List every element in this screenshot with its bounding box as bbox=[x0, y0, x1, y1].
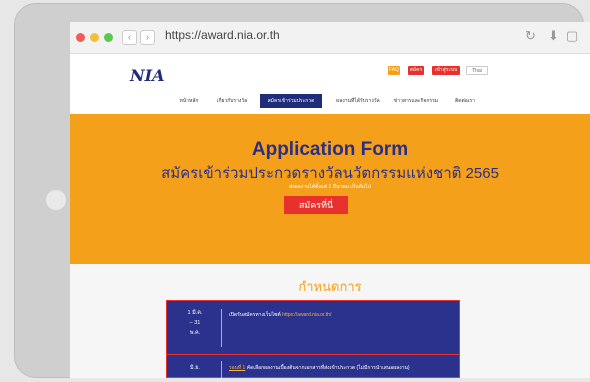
back-button[interactable]: ‹ bbox=[122, 30, 137, 45]
hero-subtitle: สมัครเข้าร่วมประกวดรางวัลนวัตกรรมแห่งชาต… bbox=[161, 165, 499, 182]
language-select[interactable]: Thai bbox=[466, 66, 488, 75]
divider bbox=[221, 361, 222, 378]
reload-icon[interactable]: ↻ bbox=[525, 28, 536, 44]
schedule-table: 1 มี.ค. – 31 พ.ค. เปิดรับสมัครทางเว็บไซต… bbox=[166, 300, 460, 378]
date-line: – 31 bbox=[189, 320, 201, 326]
date-line: พ.ค. bbox=[189, 330, 201, 336]
nav-contact[interactable]: ติดต่อเรา bbox=[450, 94, 480, 108]
description-text: เปิดรับสมัครทางเว็บไซต์ bbox=[229, 312, 281, 318]
schedule-date: มิ.ย. bbox=[190, 365, 200, 371]
nav-about-award[interactable]: เกี่ยวกับรางวัล bbox=[212, 94, 252, 108]
schedule-description: รอบที่ 1 คัดเลือกผลงานเบื้องต้นจากเอกสาร… bbox=[229, 364, 410, 372]
website-link[interactable]: https://award.nia.or.th/ bbox=[282, 312, 331, 318]
nav-news[interactable]: ข่าวสารและกิจกรรม bbox=[390, 94, 442, 108]
tablet-frame: ‹ › https://award.nia.or.th ↻ ⬇ ▢ NIA FA… bbox=[14, 3, 590, 378]
browser-toolbar: ‹ › https://award.nia.or.th ↻ ⬇ ▢ bbox=[70, 22, 590, 54]
hero-banner: Application Form สมัครเข้าร่วมประกวดรางว… bbox=[70, 114, 590, 264]
site-header: NIA FAQ สมัคร เข้าสู่ระบบ Thai หน้าหลัก … bbox=[70, 54, 590, 114]
close-window-icon[interactable] bbox=[76, 33, 85, 42]
forward-button[interactable]: › bbox=[140, 30, 155, 45]
divider bbox=[221, 309, 222, 347]
schedule-section: กำหนดการ 1 มี.ค. – 31 พ.ค. เปิดรับสมัครท… bbox=[70, 264, 590, 378]
round-label: รอบที่ 1 bbox=[229, 365, 246, 371]
faq-button[interactable]: FAQ bbox=[388, 66, 400, 75]
tabs-icon[interactable]: ▢ bbox=[566, 28, 578, 44]
screen: ‹ › https://award.nia.or.th ↻ ⬇ ▢ NIA FA… bbox=[70, 22, 590, 378]
nav-apply[interactable]: สมัครเข้าร่วมประกวด bbox=[260, 94, 322, 108]
hero-title: Application Form bbox=[251, 139, 409, 160]
minimize-window-icon[interactable] bbox=[90, 33, 99, 42]
register-button[interactable]: สมัคร bbox=[408, 66, 424, 75]
schedule-date: 1 มี.ค. – 31 พ.ค. bbox=[175, 308, 215, 338]
nia-logo[interactable]: NIA bbox=[130, 66, 165, 85]
schedule-title: กำหนดการ bbox=[298, 279, 362, 294]
nav-winners[interactable]: ผลงานที่ได้รับรางวัล bbox=[332, 94, 384, 108]
apply-button[interactable]: สมัครที่นี่ bbox=[284, 196, 348, 214]
tablet-home-button[interactable] bbox=[46, 190, 66, 210]
schedule-description: เปิดรับสมัครทางเว็บไซต์ https://award.ni… bbox=[229, 311, 331, 319]
login-button[interactable]: เข้าสู่ระบบ bbox=[432, 66, 460, 75]
address-bar[interactable]: https://award.nia.or.th bbox=[165, 28, 280, 42]
schedule-row: 1 มี.ค. – 31 พ.ค. เปิดรับสมัครทางเว็บไซต… bbox=[167, 301, 459, 355]
maximize-window-icon[interactable] bbox=[104, 33, 113, 42]
hero-note: ส่งผลงานได้ตั้งแต่ 1 มีนาคม เป็นต้นไป bbox=[289, 184, 371, 190]
date-line: 1 มี.ค. bbox=[187, 310, 203, 316]
description-text: คัดเลือกผลงานเบื้องต้นจากเอกสารที่ส่งเข้… bbox=[246, 365, 410, 371]
main-nav: หน้าหลัก เกี่ยวกับรางวัล สมัครเข้าร่วมปร… bbox=[70, 94, 590, 108]
download-icon[interactable]: ⬇ bbox=[548, 28, 559, 44]
nav-home[interactable]: หน้าหลัก bbox=[176, 94, 202, 108]
